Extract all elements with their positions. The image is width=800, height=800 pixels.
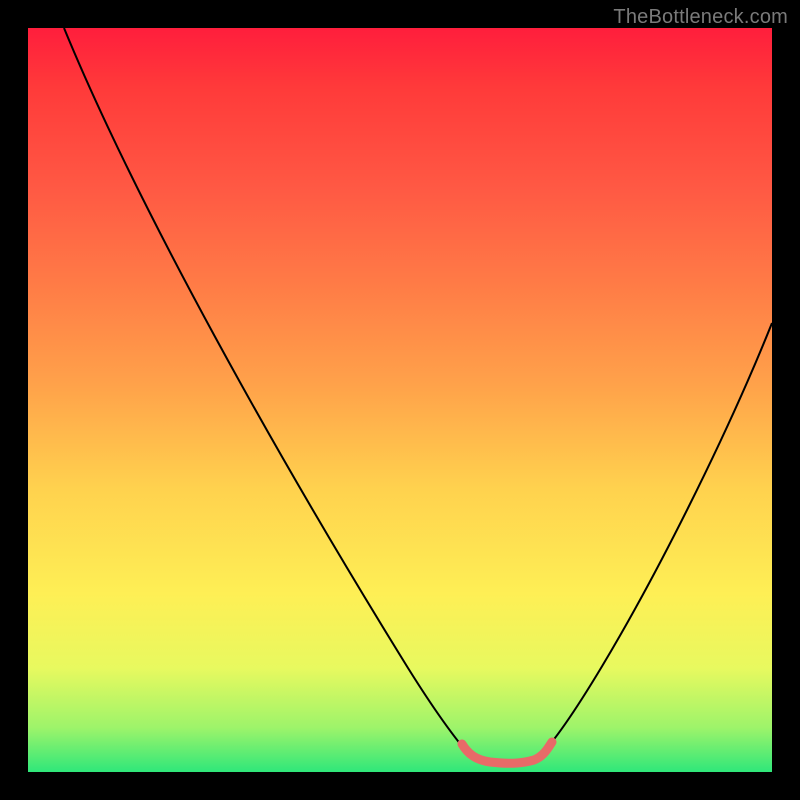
curve-right (538, 323, 772, 758)
curve-left (64, 28, 472, 758)
curve-layer (28, 28, 772, 772)
chart-container: TheBottleneck.com (0, 0, 800, 800)
valley-highlight (462, 742, 552, 763)
attribution-label: TheBottleneck.com (613, 6, 788, 29)
plot-area (28, 28, 772, 772)
